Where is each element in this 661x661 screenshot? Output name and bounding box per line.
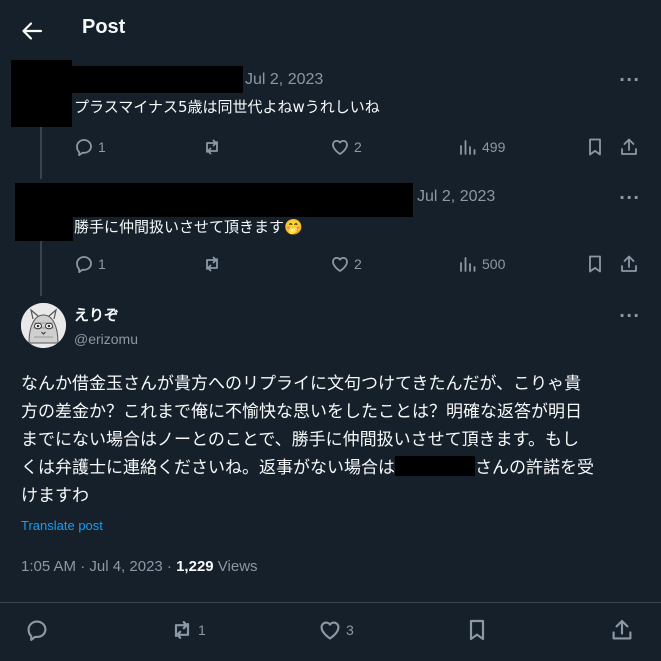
more-options-icon[interactable]: ··· — [619, 70, 640, 89]
repost-button[interactable] — [202, 137, 226, 157]
post-text-line: くは弁護士に連絡くださいね。返事がない場合は さんの許諾を受 — [21, 454, 641, 482]
reply-button[interactable]: 1 — [74, 254, 106, 274]
repost-count: 1 — [198, 622, 206, 638]
reply-count: 1 — [98, 256, 106, 272]
post-text-line: 方の差金か？これまで俺に不愉快な思いをしたことは？明確な返答が明日 — [21, 402, 582, 422]
post-text-line: までにない場合はノーとのことで、勝手に仲間扱いさせて頂きます。もし — [21, 430, 579, 450]
like-button[interactable]: 2 — [330, 137, 362, 157]
repost-button[interactable] — [202, 254, 226, 274]
repost-icon — [202, 254, 222, 274]
views-label: Views — [213, 558, 258, 575]
like-button[interactable]: 3 — [318, 618, 354, 642]
bookmark-icon[interactable] — [585, 254, 605, 274]
heart-icon — [330, 137, 350, 157]
post-text: なんか借金玉さんが貴方へのリプライに文句つけてきたんだが、こりゃ貴 方の差金か？… — [21, 370, 641, 510]
avatar[interactable] — [21, 303, 66, 348]
reply-date[interactable]: Jul 2, 2023 — [245, 71, 323, 89]
more-options-icon[interactable]: ··· — [619, 188, 640, 207]
views-count: 1,229 — [176, 558, 214, 575]
reply-button[interactable]: 1 — [74, 137, 106, 157]
page-title: Post — [82, 16, 126, 38]
analytics-icon — [458, 254, 478, 274]
reply-bubble-icon — [74, 254, 94, 274]
views-button[interactable]: 499 — [458, 137, 505, 157]
translate-post-link[interactable]: Translate post — [21, 518, 103, 533]
redacted-name — [395, 456, 475, 476]
bookmark-icon[interactable] — [585, 137, 605, 157]
post-text-line: けますわ — [21, 486, 89, 506]
reply-text: 勝手に仲間扱いさせて頂きます🤭 — [74, 218, 303, 236]
thread-line — [40, 127, 42, 179]
author-handle[interactable]: @erizomu — [74, 331, 138, 347]
reply-count: 1 — [98, 139, 106, 155]
repost-icon — [170, 618, 194, 642]
view-count: 500 — [482, 256, 506, 272]
heart-icon — [318, 618, 342, 642]
author-name[interactable]: えりぞ — [74, 304, 119, 325]
post-meta: 1:05 AM · Jul 4, 2023 · 1,229 Views — [21, 558, 258, 575]
reply-date[interactable]: Jul 2, 2023 — [417, 188, 495, 206]
redacted-username — [72, 66, 243, 93]
thread-line — [40, 241, 42, 296]
analytics-icon — [458, 137, 478, 157]
repost-icon — [202, 137, 222, 157]
views-button[interactable]: 500 — [458, 254, 505, 274]
share-icon[interactable] — [619, 137, 639, 157]
post-text-segment: くは弁護士に連絡くださいね。返事がない場合は — [21, 458, 395, 478]
reply-bubble-icon — [74, 137, 94, 157]
reply-text: プラスマイナス5歳は同世代よねwうれしいね — [74, 98, 380, 116]
more-options-icon[interactable]: ··· — [619, 306, 640, 325]
like-count: 2 — [354, 256, 362, 272]
post-timestamp[interactable]: 1:05 AM · Jul 4, 2023 · — [21, 558, 176, 575]
bookmark-icon[interactable] — [465, 618, 489, 642]
divider — [0, 602, 661, 603]
post-text-segment: さんの許諾を受 — [475, 458, 594, 478]
view-count: 499 — [482, 139, 506, 155]
reply-icon[interactable] — [25, 618, 49, 642]
post-text-line: なんか借金玉さんが貴方へのリプライに文句つけてきたんだが、こりゃ貴 — [21, 374, 582, 394]
redacted-username — [73, 183, 413, 217]
redacted-avatar — [11, 60, 72, 127]
share-icon[interactable] — [610, 618, 634, 642]
like-button[interactable]: 2 — [330, 254, 362, 274]
repost-button[interactable]: 1 — [170, 618, 206, 642]
like-count: 3 — [346, 622, 354, 638]
redacted-avatar — [15, 183, 73, 241]
heart-icon — [330, 254, 350, 274]
share-icon[interactable] — [619, 254, 639, 274]
back-arrow-icon[interactable] — [20, 20, 44, 42]
like-count: 2 — [354, 139, 362, 155]
